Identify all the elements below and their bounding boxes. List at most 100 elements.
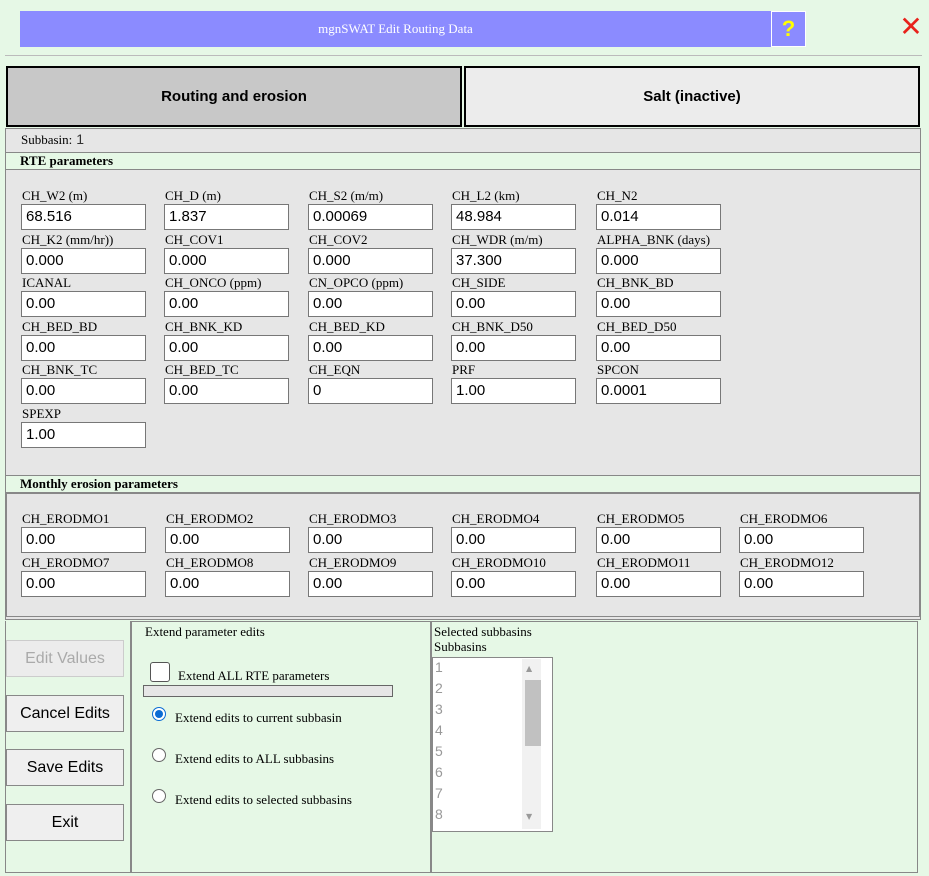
extend-all-rte-checkbox[interactable]: [150, 662, 170, 682]
subbasin-value: 1: [76, 131, 85, 147]
param-label: ICANAL: [22, 275, 72, 290]
param-label: CH_ERODMO1: [22, 511, 110, 526]
tab-salt[interactable]: Salt (inactive): [464, 66, 920, 127]
param-label: CH_W2 (m): [22, 188, 88, 203]
progress-bar: [143, 685, 393, 697]
param-input[interactable]: 68.516: [21, 204, 146, 230]
list-item[interactable]: 1: [435, 659, 443, 675]
param-label: CH_BED_D50: [597, 319, 677, 334]
radio-selected-subbasins[interactable]: [152, 789, 166, 803]
param-input[interactable]: 0.00: [21, 335, 146, 361]
param-label: CH_SIDE: [452, 275, 506, 290]
param-label: CH_D (m): [165, 188, 221, 203]
param-label: CH_ERODMO5: [597, 511, 685, 526]
param-input[interactable]: 0.00: [308, 335, 433, 361]
param-label: CH_BED_BD: [22, 319, 98, 334]
param-input[interactable]: 0.00: [308, 291, 433, 317]
scroll-down-icon[interactable]: ▼: [526, 812, 532, 821]
selected-subbasins-title: Selected subbasins Subbasins: [434, 624, 532, 654]
param-input[interactable]: 0.000: [164, 248, 289, 274]
param-input[interactable]: 0.0001: [596, 378, 721, 404]
param-label: CH_BED_KD: [309, 319, 385, 334]
param-label: CH_COV2: [309, 232, 368, 247]
param-label: CH_N2: [597, 188, 638, 203]
list-item[interactable]: 4: [435, 722, 443, 738]
param-input[interactable]: 0.00: [21, 527, 146, 553]
param-label: CH_K2 (mm/hr)): [22, 232, 114, 247]
param-input[interactable]: 0.00: [596, 527, 721, 553]
param-input[interactable]: 0.00: [165, 571, 290, 597]
param-input[interactable]: 0.00: [308, 527, 433, 553]
list-item[interactable]: 3: [435, 701, 443, 717]
edit-values-button[interactable]: Edit Values: [6, 640, 124, 677]
param-input[interactable]: 0.00: [164, 378, 289, 404]
param-label: CH_BED_TC: [165, 362, 239, 377]
param-input[interactable]: 1.837: [164, 204, 289, 230]
param-input[interactable]: 0.00: [451, 335, 576, 361]
param-label: PRF: [452, 362, 476, 377]
close-icon[interactable]: ✕: [896, 10, 926, 44]
param-label: CH_BNK_D50: [452, 319, 533, 334]
param-label: CH_ERODMO2: [166, 511, 254, 526]
param-label: CH_BNK_KD: [165, 319, 243, 334]
param-input[interactable]: 37.300: [451, 248, 576, 274]
listbox-scroll-thumb[interactable]: [525, 680, 541, 746]
param-input[interactable]: 0.00: [308, 571, 433, 597]
rte-parameters-header: RTE parameters: [6, 152, 920, 170]
param-label: CH_COV1: [165, 232, 224, 247]
param-input[interactable]: 0.00069: [308, 204, 433, 230]
param-input[interactable]: 0.00: [21, 378, 146, 404]
list-item[interactable]: 6: [435, 764, 443, 780]
param-label: CH_ERODMO9: [309, 555, 397, 570]
radio-current-subbasin-label: Extend edits to current subbasin: [175, 710, 342, 725]
param-input[interactable]: 0.014: [596, 204, 721, 230]
save-edits-button[interactable]: Save Edits: [6, 749, 124, 786]
param-input[interactable]: 0.00: [596, 571, 721, 597]
radio-current-subbasin[interactable]: [152, 707, 166, 721]
param-label: CN_OPCO (ppm): [309, 275, 404, 290]
list-item[interactable]: 5: [435, 743, 443, 759]
param-input[interactable]: 1.00: [451, 378, 576, 404]
param-label: CH_ERODMO3: [309, 511, 397, 526]
param-label: SPEXP: [22, 406, 62, 421]
list-item[interactable]: 7: [435, 785, 443, 801]
param-input[interactable]: 0.00: [739, 571, 864, 597]
extend-all-rte-label: Extend ALL RTE parameters: [178, 668, 330, 683]
param-input[interactable]: 0: [308, 378, 433, 404]
param-label: CH_EQN: [309, 362, 361, 377]
scroll-up-icon[interactable]: ▲: [526, 664, 532, 673]
help-button[interactable]: ?: [771, 11, 806, 47]
exit-button[interactable]: Exit: [6, 804, 124, 841]
param-label: CH_L2 (km): [452, 188, 520, 203]
param-label: CH_ERODMO4: [452, 511, 540, 526]
param-input[interactable]: 0.00: [164, 335, 289, 361]
param-input[interactable]: 0.00: [596, 335, 721, 361]
param-label: CH_ERODMO12: [740, 555, 834, 570]
subbasin-label: Subbasin:: [21, 132, 73, 147]
list-item[interactable]: 2: [435, 680, 443, 696]
param-input[interactable]: 0.00: [21, 571, 146, 597]
param-input[interactable]: 0.00: [596, 291, 721, 317]
param-input[interactable]: 1.00: [21, 422, 146, 448]
param-input[interactable]: 0.00: [739, 527, 864, 553]
param-label: CH_WDR (m/m): [452, 232, 543, 247]
radio-all-subbasins[interactable]: [152, 748, 166, 762]
param-input[interactable]: 0.00: [451, 527, 576, 553]
param-input[interactable]: 0.00: [165, 527, 290, 553]
param-input[interactable]: 0.00: [451, 571, 576, 597]
cancel-edits-button[interactable]: Cancel Edits: [6, 695, 124, 732]
param-input[interactable]: 0.00: [21, 291, 146, 317]
param-input[interactable]: 0.00: [451, 291, 576, 317]
param-label: CH_ERODMO8: [166, 555, 254, 570]
param-label: CH_BNK_BD: [597, 275, 674, 290]
param-label: CH_BNK_TC: [22, 362, 98, 377]
param-input[interactable]: 0.00: [164, 291, 289, 317]
param-input[interactable]: 0.000: [596, 248, 721, 274]
param-input[interactable]: 0.000: [21, 248, 146, 274]
tab-routing-and-erosion[interactable]: Routing and erosion: [6, 66, 462, 127]
param-input[interactable]: 48.984: [451, 204, 576, 230]
list-item[interactable]: 8: [435, 806, 443, 822]
param-label: CH_ERODMO10: [452, 555, 546, 570]
param-input[interactable]: 0.000: [308, 248, 433, 274]
radio-all-subbasins-label: Extend edits to ALL subbasins: [175, 751, 335, 766]
